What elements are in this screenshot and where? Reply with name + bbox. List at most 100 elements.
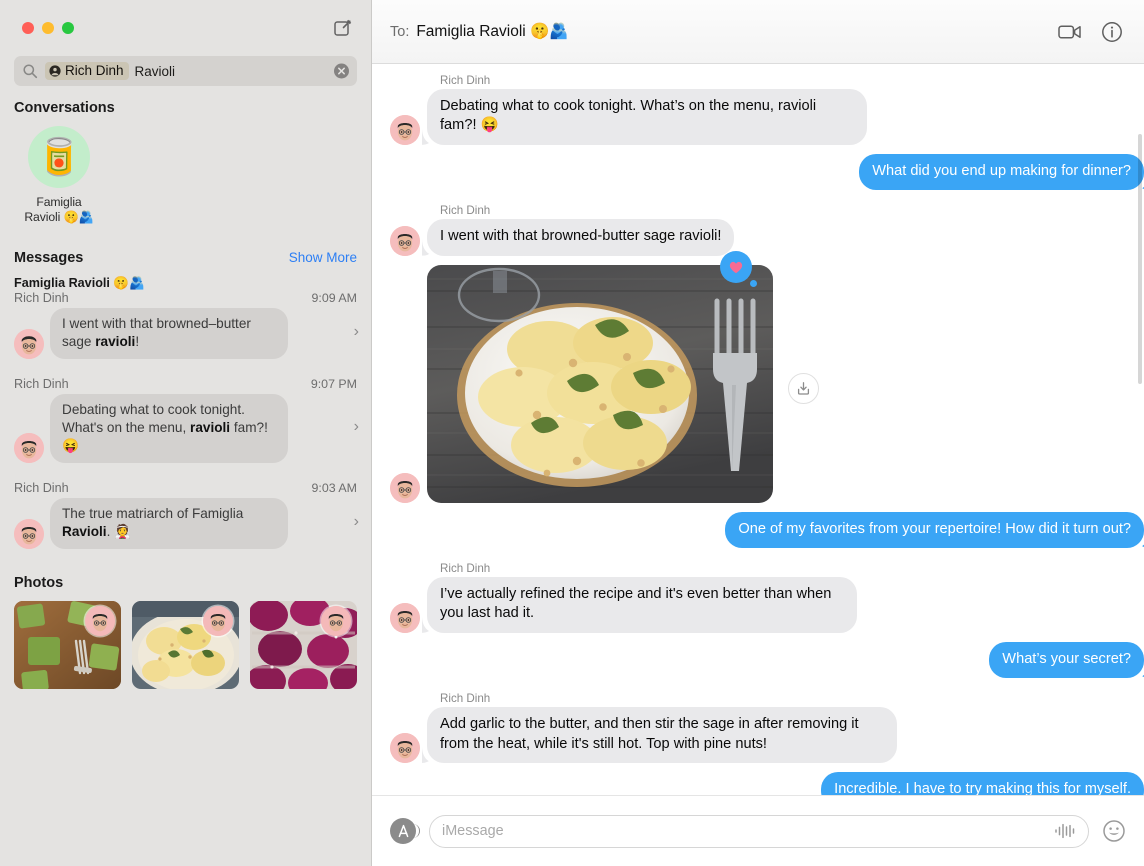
message-composer: iMessage	[372, 795, 1144, 866]
list-item[interactable]: Rich Dinh 9:07 PM Debating what to cook …	[0, 377, 371, 467]
photo-thumbnail-beet-ravioli[interactable]	[250, 601, 357, 690]
list-item[interactable]: Famiglia Ravioli 🤫🫂 Rich Dinh 9:09 AM I …	[0, 276, 371, 363]
chevron-right-icon[interactable]: ›	[354, 513, 359, 531]
message-bubble[interactable]: What did you end up making for dinner?	[859, 153, 1144, 191]
clear-icon[interactable]	[334, 63, 349, 79]
show-more-button[interactable]: Show More	[289, 250, 357, 265]
conversation-result-label: Famiglia Ravioli 🤫🫂	[24, 195, 93, 226]
avatar	[14, 328, 44, 359]
message-incoming-attachment	[372, 250, 1144, 503]
message-bubble[interactable]: Add garlic to the butter, and then stir …	[427, 707, 897, 764]
result-meta-sender: Rich Dinh 9:03 AM	[0, 481, 371, 495]
message-row	[390, 250, 819, 503]
message-bubble[interactable]: I’ve actually refined the recipe and it'…	[427, 577, 857, 633]
message-row: Incredible. I have to try making this fo…	[821, 772, 1144, 795]
result-text-match: ravioli	[95, 333, 136, 349]
result-body[interactable]: The true matriarch of Famiglia Ravioli. …	[0, 495, 371, 550]
avatar	[390, 225, 420, 256]
conversation-name-line-2: Ravioli 🤫🫂	[24, 210, 94, 225]
search-icon	[22, 63, 38, 79]
avatar	[321, 606, 351, 637]
result-time: 9:03 AM	[311, 480, 357, 495]
video-camera-icon[interactable]	[1056, 18, 1084, 46]
message-incoming: Rich Dinh	[372, 562, 1144, 633]
messages-section-header: Messages Show More	[0, 250, 371, 266]
message-incoming: Rich Dinh	[372, 204, 1144, 256]
audio-waveform-icon[interactable]	[1054, 823, 1076, 839]
result-sender: Rich Dinh	[14, 376, 69, 391]
message-outgoing: Incredible. I have to try making this fo…	[372, 772, 1144, 795]
message-outgoing: What’s your secret?	[372, 641, 1144, 679]
photo-thumbnail-green-ravioli[interactable]	[14, 601, 121, 690]
list-item[interactable]: Rich Dinh 9:03 AM The true matriarch of …	[0, 481, 371, 553]
messages-results-section: Messages Show More Famiglia Ravioli 🤫🫂 R…	[0, 250, 371, 554]
conversations-results: 🥫 Famiglia Ravioli 🤫🫂	[0, 126, 371, 226]
photos-header-label: Photos	[14, 575, 64, 592]
window-traffic-lights	[22, 22, 74, 34]
close-button[interactable]	[22, 22, 34, 34]
app-store-icon[interactable]	[390, 818, 416, 844]
message-bubble[interactable]: Incredible. I have to try making this fo…	[821, 772, 1144, 795]
page-title[interactable]: Famiglia Ravioli 🤫🫂	[416, 22, 568, 41]
result-body[interactable]: I went with that browned–butter sage rav…	[0, 305, 371, 359]
search-field[interactable]: Rich Dinh Ravioli	[14, 56, 357, 86]
search-token-rich-dinh[interactable]: Rich Dinh	[45, 62, 129, 80]
message-input-field[interactable]: iMessage	[429, 814, 1089, 848]
message-outgoing: One of my favorites from your repertoire…	[372, 511, 1144, 549]
avatar	[85, 606, 115, 637]
message-bubble[interactable]: I went with that browned-butter sage rav…	[427, 219, 735, 256]
smiley-face-icon[interactable]	[1102, 819, 1126, 843]
result-body[interactable]: Debating what to cook tonight. What's on…	[0, 391, 371, 463]
person-circle-icon	[49, 64, 61, 77]
to-label: To:	[390, 23, 410, 40]
search-token-label: Rich Dinh	[65, 63, 124, 78]
photo-thumbnail-yellow-ravioli[interactable]	[132, 601, 239, 690]
sidebar-toolbar	[0, 0, 371, 56]
download-icon[interactable]	[788, 372, 819, 404]
result-message-text: I went with that browned–butter sage rav…	[50, 307, 288, 359]
message-sender: Rich Dinh	[440, 562, 491, 576]
message-row: Debating what to cook tonight. What’s on…	[390, 89, 867, 145]
message-bubble[interactable]: Debating what to cook tonight. What’s on…	[427, 89, 867, 145]
message-outgoing: What did you end up making for dinner?	[372, 153, 1144, 191]
info-circle-icon[interactable]	[1098, 18, 1126, 46]
sidebar-results-scroll[interactable]: Conversations 🥫 Famiglia Ravioli 🤫🫂 Mess…	[0, 86, 371, 866]
thread-scrollbar[interactable]	[1138, 134, 1142, 384]
message-row: I’ve actually refined the recipe and it'…	[390, 577, 857, 633]
result-time: 9:07 PM	[310, 376, 357, 391]
conversations-section-header: Conversations	[0, 100, 371, 116]
result-text-before: The true matriarch of Famiglia	[62, 505, 244, 521]
message-photo-attachment[interactable]	[427, 264, 773, 503]
message-bubble[interactable]: One of my favorites from your repertoire…	[725, 511, 1144, 549]
avatar	[390, 472, 420, 503]
photos-section-header: Photos	[0, 575, 371, 591]
chevron-right-icon[interactable]: ›	[354, 418, 359, 436]
avatar	[14, 432, 44, 463]
result-message-text: Debating what to cook tonight. What's on…	[50, 393, 288, 463]
search-input[interactable]: Ravioli	[135, 64, 176, 79]
avatar	[203, 606, 233, 637]
zoom-button[interactable]	[62, 22, 74, 34]
message-sender: Rich Dinh	[440, 692, 491, 706]
result-sender: Rich Dinh	[14, 480, 69, 495]
photos-results	[0, 601, 371, 690]
heart-reaction-badge[interactable]	[720, 250, 757, 287]
sidebar: Rich Dinh Ravioli Conversations 🥫 Famigl…	[0, 0, 372, 866]
result-text-after: . 👰	[106, 523, 132, 539]
minimize-button[interactable]	[42, 22, 54, 34]
message-input[interactable]: iMessage	[442, 823, 1054, 839]
message-bubble[interactable]: What’s your secret?	[989, 641, 1144, 679]
conversation-pane: To: Famiglia Ravioli 🤫🫂 Rich Dinh Debati…	[372, 0, 1144, 866]
result-meta-sender: Rich Dinh 9:09 AM	[0, 291, 371, 305]
result-message-text: The true matriarch of Famiglia Ravioli. …	[50, 497, 288, 550]
search-container: Rich Dinh Ravioli	[0, 56, 371, 86]
conversation-result-famiglia-ravioli[interactable]: 🥫 Famiglia Ravioli 🤫🫂	[14, 126, 104, 226]
compose-icon[interactable]	[331, 16, 355, 40]
result-time: 9:09 AM	[311, 290, 357, 305]
result-conversation-name: Famiglia Ravioli 🤫🫂	[14, 275, 145, 290]
message-thread[interactable]: Rich Dinh Debating what to cook tonight.…	[372, 64, 1144, 795]
conversation-header: To: Famiglia Ravioli 🤫🫂	[372, 0, 1144, 64]
avatar	[14, 519, 44, 550]
message-row: What did you end up making for dinner?	[859, 153, 1144, 191]
chevron-right-icon[interactable]: ›	[354, 323, 359, 341]
